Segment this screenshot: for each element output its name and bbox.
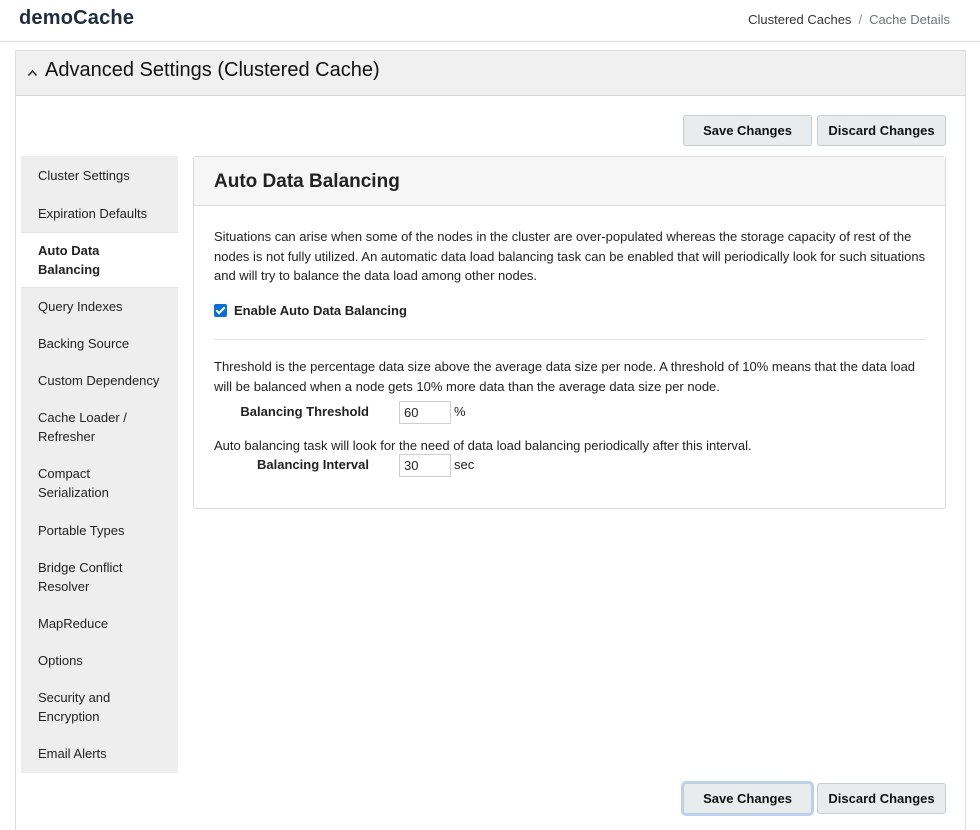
interval-unit: sec	[454, 457, 475, 472]
balancing-description: Situations can arise when some of the no…	[214, 229, 926, 283]
sidebar-item-backing-source[interactable]: Backing Source	[21, 334, 178, 353]
interval-description: Auto balancing task will look for the ne…	[214, 438, 752, 453]
sidebar-item-auto-data-balancing[interactable]: Auto Data Balancing	[21, 232, 178, 288]
sidebar-item-expiration-defaults[interactable]: Expiration Defaults	[21, 204, 178, 223]
balancing-interval-label: Balancing Interval	[257, 457, 369, 472]
top-bar: demoCache Clustered Caches / Cache Details	[0, 0, 980, 42]
sidebar-item-custom-dependency[interactable]: Custom Dependency	[21, 371, 178, 390]
save-changes-button-top[interactable]: Save Changes	[683, 115, 812, 146]
sidebar-item-email-alerts[interactable]: Email Alerts	[21, 744, 178, 763]
discard-changes-button-top[interactable]: Discard Changes	[817, 115, 946, 146]
card-title: Auto Data Balancing	[214, 171, 400, 192]
balancing-threshold-input[interactable]	[399, 401, 451, 424]
advanced-settings-panel: Advanced Settings (Clustered Cache) Save…	[15, 50, 966, 830]
sidebar-item-cluster-settings[interactable]: Cluster Settings	[21, 166, 178, 185]
sidebar-item-query-indexes[interactable]: Query Indexes	[21, 297, 178, 316]
auto-data-balancing-card: Auto Data Balancing Situations can arise…	[193, 156, 946, 509]
panel-title: Advanced Settings (Clustered Cache)	[45, 59, 380, 81]
divider	[214, 339, 926, 340]
enable-auto-balancing-label[interactable]: Enable Auto Data Balancing	[234, 303, 407, 318]
sidebar-item-bridge-conflict-resolver[interactable]: Bridge Conflict Resolver	[21, 558, 178, 596]
breadcrumb: Clustered Caches / Cache Details	[748, 12, 950, 27]
panel-header[interactable]: Advanced Settings (Clustered Cache)	[16, 51, 965, 96]
settings-sidebar: Cluster Settings Expiration Defaults Aut…	[21, 156, 178, 773]
breadcrumb-separator: /	[858, 12, 863, 27]
app-title: demoCache	[19, 7, 135, 29]
chevron-up-icon[interactable]	[27, 65, 38, 80]
sidebar-item-mapreduce[interactable]: MapReduce	[21, 614, 178, 633]
sidebar-item-cache-loader[interactable]: Cache Loader / Refresher	[21, 408, 178, 446]
sidebar-item-portable-types[interactable]: Portable Types	[21, 521, 178, 540]
threshold-unit: %	[454, 404, 466, 419]
balancing-threshold-label: Balancing Threshold	[240, 404, 369, 419]
threshold-description: Threshold is the percentage data size ab…	[214, 359, 916, 394]
sidebar-item-options[interactable]: Options	[21, 651, 178, 670]
sidebar-item-compact-serialization[interactable]: Compact Serialization	[21, 464, 178, 502]
breadcrumb-cache-details: Cache Details	[869, 12, 950, 27]
enable-auto-balancing-checkbox[interactable]	[214, 304, 227, 317]
balancing-interval-input[interactable]	[399, 454, 451, 477]
enable-auto-balancing-row: Enable Auto Data Balancing	[214, 303, 407, 318]
discard-changes-button-bottom[interactable]: Discard Changes	[817, 783, 946, 814]
card-header: Auto Data Balancing	[194, 157, 945, 206]
save-changes-button-bottom[interactable]: Save Changes	[683, 783, 812, 814]
breadcrumb-clustered-caches[interactable]: Clustered Caches	[748, 12, 851, 27]
sidebar-item-security-encryption[interactable]: Security and Encryption	[21, 688, 178, 726]
